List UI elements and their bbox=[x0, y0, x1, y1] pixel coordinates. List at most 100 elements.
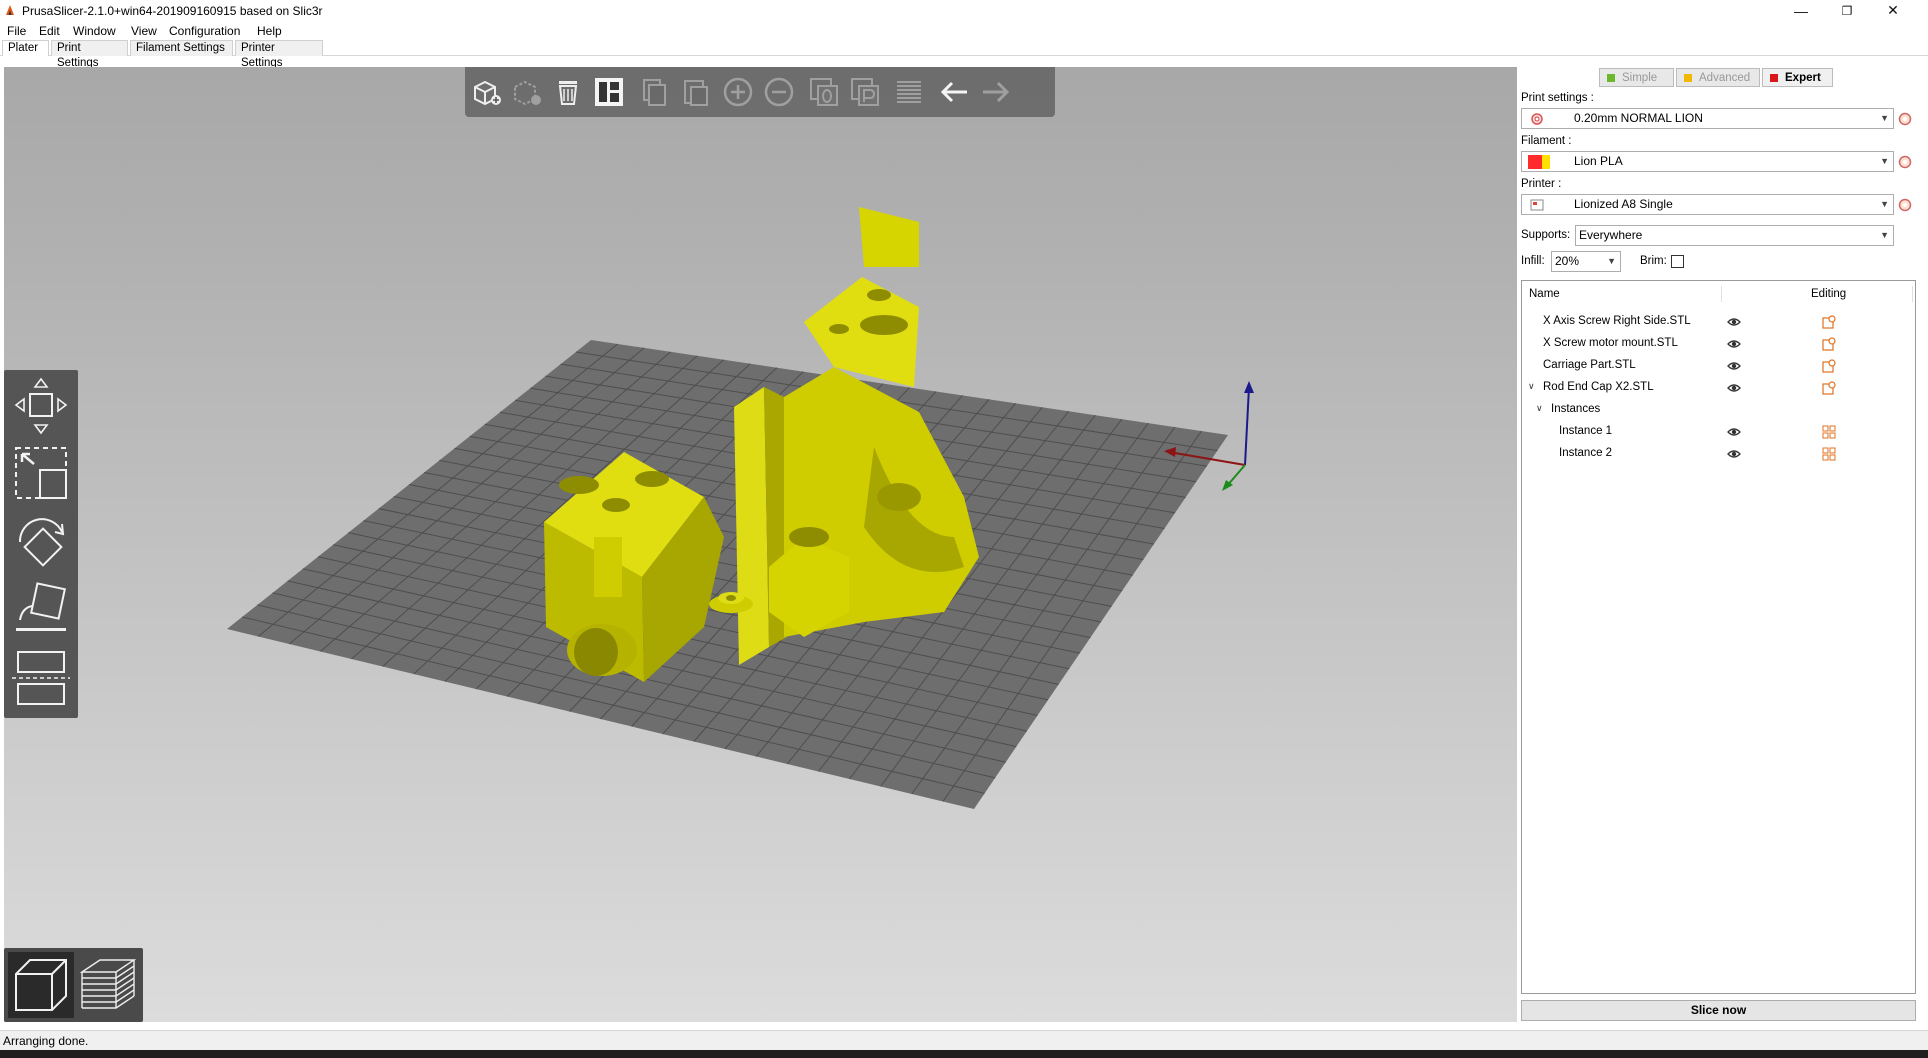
instance-row[interactable]: Instance 1 bbox=[1522, 421, 1915, 443]
object-list-row[interactable]: X Axis Screw Right Side.STL bbox=[1522, 311, 1915, 333]
print-settings-value: 0.20mm NORMAL LION bbox=[1574, 111, 1703, 125]
add-instance-button[interactable] bbox=[721, 75, 755, 109]
close-button[interactable]: ✕ bbox=[1870, 0, 1916, 21]
cut-tool-button[interactable] bbox=[10, 648, 72, 708]
split-objects-button[interactable] bbox=[807, 75, 841, 109]
rotate-tool-button[interactable] bbox=[10, 512, 72, 572]
layers-editing-button[interactable] bbox=[892, 75, 926, 109]
object-list-row[interactable]: X Screw motor mount.STL bbox=[1522, 333, 1915, 355]
menu-window[interactable]: Window bbox=[73, 24, 116, 38]
redo-button[interactable] bbox=[979, 75, 1013, 109]
scale-tool-button[interactable] bbox=[10, 444, 72, 504]
add-button[interactable] bbox=[469, 75, 503, 109]
edit-settings-icon[interactable] bbox=[1822, 337, 1836, 351]
place-on-face-tool-button[interactable] bbox=[10, 580, 72, 640]
infill-combo[interactable]: 20% ▼ bbox=[1551, 251, 1621, 272]
layers-preview-icon bbox=[79, 959, 137, 1009]
supports-combo[interactable]: Everywhere ▼ bbox=[1575, 225, 1894, 246]
supports-label: Supports: bbox=[1521, 229, 1571, 241]
chevron-down-icon[interactable]: ∨ bbox=[1528, 381, 1535, 392]
rotate-icon bbox=[18, 518, 65, 567]
filament-combo[interactable]: Lion PLA ▼ bbox=[1521, 151, 1894, 172]
gizmo-toolbar bbox=[4, 370, 78, 718]
object-list-row[interactable]: Carriage Part.STL bbox=[1522, 355, 1915, 377]
split-parts-icon bbox=[851, 78, 879, 106]
visibility-eye-icon[interactable] bbox=[1727, 315, 1741, 329]
move-tool-button[interactable] bbox=[10, 376, 72, 436]
arrange-button[interactable] bbox=[592, 75, 626, 109]
brim-checkbox[interactable] bbox=[1671, 255, 1684, 268]
instance-row[interactable]: Instance 2 bbox=[1522, 443, 1915, 465]
plater-toolbar bbox=[465, 67, 1055, 117]
column-divider bbox=[1721, 286, 1722, 302]
delete-button[interactable] bbox=[509, 75, 543, 109]
slice-now-button[interactable]: Slice now bbox=[1521, 1000, 1916, 1021]
remove-instance-button[interactable] bbox=[762, 75, 796, 109]
filament-edit-icon[interactable] bbox=[1898, 155, 1912, 169]
supports-value: Everywhere bbox=[1579, 228, 1643, 242]
chevron-down-icon: ▼ bbox=[1607, 256, 1616, 266]
print-settings-edit-icon[interactable] bbox=[1898, 112, 1912, 126]
tab-filament-settings[interactable]: Filament Settings bbox=[130, 40, 233, 56]
3d-scene-canvas[interactable] bbox=[4, 67, 1517, 1022]
printer-combo[interactable]: Lionized A8 Single ▼ bbox=[1521, 194, 1894, 215]
edit-settings-icon[interactable] bbox=[1822, 381, 1836, 395]
chevron-down-icon: ▼ bbox=[1880, 156, 1889, 166]
print-settings-combo[interactable]: 0.20mm NORMAL LION ▼ bbox=[1521, 108, 1894, 129]
object-list-row[interactable]: ∨ Rod End Cap X2.STL bbox=[1522, 377, 1915, 399]
place-on-face-icon bbox=[16, 582, 66, 631]
close-icon: ✕ bbox=[1887, 2, 1899, 18]
minimize-button[interactable]: — bbox=[1778, 0, 1824, 21]
maximize-button[interactable]: ❐ bbox=[1824, 0, 1870, 21]
printer-edit-icon[interactable] bbox=[1898, 198, 1912, 212]
menu-help[interactable]: Help bbox=[257, 24, 282, 38]
paste-icon bbox=[684, 80, 708, 106]
mode-simple-button[interactable]: Simple bbox=[1599, 68, 1674, 87]
prusaslicer-logo-icon bbox=[6, 5, 14, 15]
editing-column-header[interactable]: Editing bbox=[1811, 288, 1846, 300]
split-parts-button[interactable] bbox=[848, 75, 882, 109]
object-list-item-label: Instances bbox=[1551, 403, 1601, 415]
menu-view[interactable]: View bbox=[131, 24, 157, 38]
undo-icon bbox=[940, 81, 967, 103]
menu-configuration[interactable]: Configuration bbox=[169, 24, 240, 38]
visibility-eye-icon[interactable] bbox=[1727, 381, 1741, 395]
tab-plater[interactable]: Plater bbox=[2, 40, 49, 56]
instances-group-row[interactable]: ∨ Instances bbox=[1522, 399, 1915, 421]
add-icon bbox=[474, 80, 501, 106]
paste-button[interactable] bbox=[678, 75, 712, 109]
preview-button[interactable] bbox=[76, 952, 140, 1018]
visibility-eye-icon[interactable] bbox=[1727, 425, 1741, 439]
instance-grid-icon[interactable] bbox=[1822, 425, 1836, 439]
add-instance-icon bbox=[723, 77, 753, 107]
undo-button[interactable] bbox=[937, 75, 971, 109]
menu-file[interactable]: File bbox=[7, 24, 26, 38]
expert-mode-icon bbox=[1770, 74, 1778, 82]
object-list-item-label: Instance 2 bbox=[1559, 447, 1613, 459]
menu-edit[interactable]: Edit bbox=[39, 24, 60, 38]
brim-label: Brim: bbox=[1640, 255, 1667, 267]
chevron-down-icon[interactable]: ∨ bbox=[1536, 403, 1543, 414]
taskbar bbox=[0, 1050, 1928, 1058]
chevron-down-icon: ▼ bbox=[1880, 199, 1889, 209]
remove-instance-icon bbox=[764, 77, 794, 107]
mode-expert-button[interactable]: Expert bbox=[1762, 68, 1833, 87]
name-column-header[interactable]: Name bbox=[1529, 288, 1560, 300]
mode-advanced-button[interactable]: Advanced bbox=[1676, 68, 1760, 87]
instance-grid-icon[interactable] bbox=[1822, 447, 1836, 461]
menu-bar: File Edit Window View Configuration Help bbox=[0, 21, 1928, 40]
chevron-down-icon: ▼ bbox=[1880, 113, 1889, 123]
copy-button[interactable] bbox=[637, 75, 671, 109]
tab-printer-settings[interactable]: Printer Settings bbox=[235, 40, 323, 69]
print-bed bbox=[227, 340, 1228, 809]
infill-value: 20% bbox=[1555, 254, 1580, 268]
redo-icon bbox=[983, 81, 1010, 103]
edit-settings-icon[interactable] bbox=[1822, 359, 1836, 373]
tab-print-settings[interactable]: Print Settings bbox=[51, 40, 128, 69]
delete-all-button[interactable] bbox=[551, 75, 585, 109]
3d-view-button[interactable] bbox=[8, 952, 74, 1018]
edit-settings-icon[interactable] bbox=[1822, 315, 1836, 329]
visibility-eye-icon[interactable] bbox=[1727, 447, 1741, 461]
visibility-eye-icon[interactable] bbox=[1727, 359, 1741, 373]
visibility-eye-icon[interactable] bbox=[1727, 337, 1741, 351]
